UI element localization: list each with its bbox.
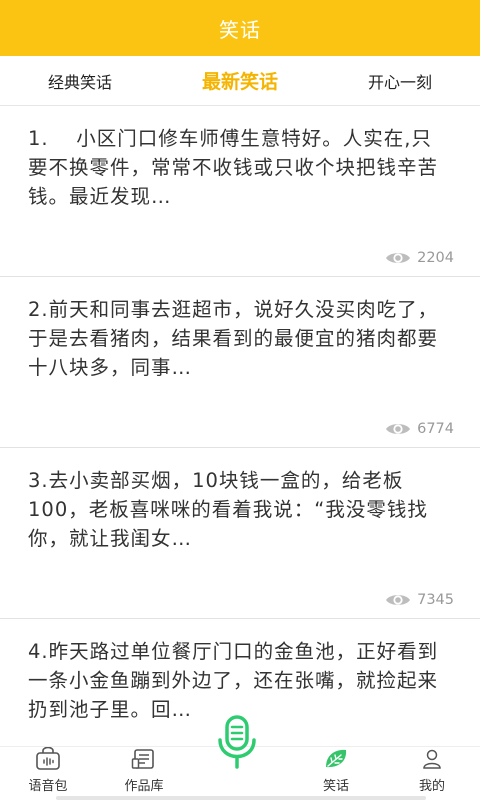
tab-classic-jokes[interactable]: 经典笑话 (0, 69, 160, 93)
list-item[interactable]: 1. 小区门口修车师傅生意特好。人实在,只要不换零件，常常不收钱或只收个块把钱辛… (0, 106, 480, 277)
works-library-icon (131, 749, 154, 769)
joke-text: 1. 小区门口修车师傅生意特好。人实在,只要不换零件，常常不收钱或只收个块把钱辛… (28, 127, 439, 208)
profile-icon (423, 749, 441, 769)
view-count-value: 6774 (417, 421, 454, 437)
nav-jokes[interactable]: 笑话 (288, 747, 384, 800)
nav-label: 我的 (418, 779, 445, 794)
view-count: 7345 (385, 592, 454, 608)
jokes-leaf-icon (326, 749, 347, 768)
view-count: 2204 (385, 250, 454, 266)
list-item[interactable]: 3.去小卖部买烟，10块钱一盒的，给老板100，老板喜咪咪的看着我说：“我没零钱… (0, 448, 480, 619)
view-count-value: 2204 (417, 250, 454, 266)
microphone-icon (218, 715, 256, 769)
eye-icon (386, 595, 411, 605)
nav-label: 作品库 (124, 779, 164, 794)
home-indicator (56, 796, 426, 800)
page-title: 笑话 (219, 17, 261, 42)
category-tabs: 经典笑话 最新笑话 开心一刻 (0, 56, 480, 106)
tab-latest-jokes[interactable]: 最新笑话 (160, 67, 320, 94)
joke-list[interactable]: 1. 小区门口修车师傅生意特好。人实在,只要不换零件，常常不收钱或只收个块把钱辛… (0, 106, 480, 746)
eye-icon (386, 424, 411, 434)
joke-text: 4.昨天路过单位餐厅门口的金鱼池，正好看到一条小金鱼蹦到外边了，还在张嘴，就捡起… (28, 640, 439, 721)
joke-text: 3.去小卖部买烟，10块钱一盒的，给老板100，老板喜咪咪的看着我说：“我没零钱… (28, 469, 428, 550)
view-count: 6774 (385, 421, 454, 437)
title-bar: 笑话 (0, 0, 480, 56)
voice-pack-icon (36, 747, 60, 770)
joke-text: 2.前天和同事去逛超市，说好久没买肉吃了，于是去看猪肉，结果看到的最便宜的猪肉都… (28, 298, 439, 379)
record-button[interactable] (211, 712, 263, 772)
tab-happy-moment[interactable]: 开心一刻 (320, 69, 480, 93)
view-count-value: 7345 (417, 592, 454, 608)
eye-icon (386, 253, 411, 263)
nav-works-library[interactable]: 作品库 (96, 747, 192, 800)
nav-label: 笑话 (322, 779, 349, 794)
nav-label: 语音包 (28, 779, 68, 794)
list-item[interactable]: 2.前天和同事去逛超市，说好久没买肉吃了，于是去看猪肉，结果看到的最便宜的猪肉都… (0, 277, 480, 448)
nav-voice-pack[interactable]: 语音包 (0, 747, 96, 800)
nav-profile[interactable]: 我的 (384, 747, 480, 800)
